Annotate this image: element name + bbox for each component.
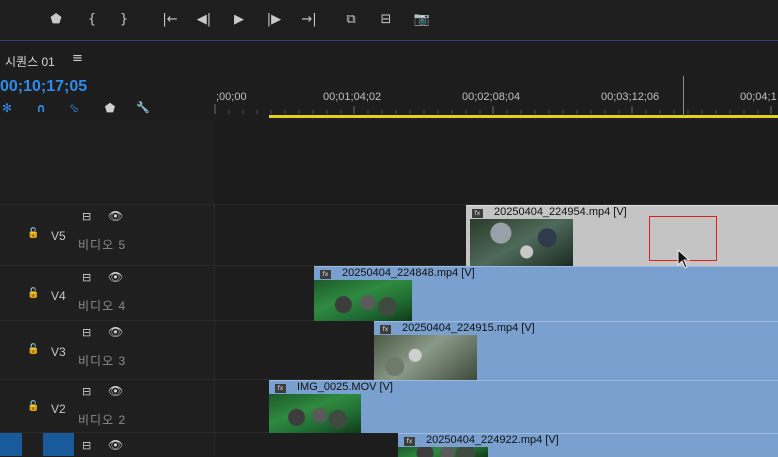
empty-track-area [214, 120, 778, 205]
go-to-in-button[interactable]: |← [160, 10, 180, 30]
clip-label: 20250404_224848.mp4 [V] [342, 267, 475, 279]
fx-badge: fx [320, 270, 331, 279]
clip-label: IMG_0025.MOV [V] [297, 381, 393, 393]
play-button[interactable]: ▶ [229, 10, 249, 30]
go-to-out-button[interactable]: →| [299, 10, 319, 30]
eye-icon[interactable]: 👁 [108, 270, 123, 284]
extract-button[interactable]: ⊟ [376, 10, 396, 30]
sequence-tab[interactable]: 시퀀스 01 [5, 53, 55, 70]
clip-thumbnail [374, 335, 477, 380]
sync-lock-icon[interactable]: ⊟ [82, 385, 91, 398]
ruler-label: ;00;00 [216, 91, 247, 103]
sync-lock-icon[interactable]: ⊟ [82, 210, 91, 223]
fx-badge: fx [275, 384, 286, 393]
timeline-panel-header [0, 41, 778, 77]
lock-icon[interactable]: 🔓 [27, 344, 39, 355]
work-area-bar[interactable] [269, 115, 778, 118]
fx-badge: fx [404, 437, 415, 446]
clip-label: 20250404_224954.mp4 [V] [494, 206, 627, 218]
snap-icon[interactable]: ✻ [0, 101, 14, 115]
clip-label: 20250404_224922.mp4 [V] [426, 434, 559, 446]
clip-label: 20250404_224915.mp4 [V] [402, 322, 535, 334]
magnet-icon[interactable]: ∩ [34, 101, 48, 115]
eye-icon[interactable]: 👁 [108, 438, 123, 452]
track-id-v2[interactable]: V2 [51, 402, 66, 416]
track-name: 비디오 3 [78, 354, 127, 368]
clip-v2[interactable]: fx IMG_0025.MOV [V] [269, 380, 778, 433]
linked-selection-icon[interactable]: ⬂ [67, 101, 81, 115]
add-marker-button[interactable]: ⬟ [46, 10, 66, 30]
track-name: 비디오 4 [78, 299, 127, 313]
eye-icon[interactable]: 👁 [108, 209, 123, 223]
wrench-icon[interactable]: 🔧 [136, 101, 150, 115]
source-patch-v1[interactable] [0, 433, 22, 456]
marker-icon[interactable]: ⬟ [103, 101, 117, 115]
ruler-label: 00;01;04;02 [323, 91, 382, 103]
ruler-label: 00;04;1 [740, 91, 777, 103]
clip-v5[interactable]: fx 20250404_224954.mp4 [V] [466, 205, 778, 266]
mark-out-button[interactable]: } [114, 10, 134, 30]
lock-icon[interactable]: 🔓 [27, 401, 39, 412]
clip-v3[interactable]: fx 20250404_224915.mp4 [V] [374, 321, 778, 380]
ruler-label: 00;02;08;04 [462, 91, 521, 103]
clip-thumbnail [470, 219, 573, 266]
clip-v1[interactable]: fx 20250404_224922.mp4 [V] [398, 433, 778, 457]
track-id-v3[interactable]: V3 [51, 345, 66, 359]
panel-menu-icon[interactable]: ≡ [72, 51, 83, 66]
export-frame-button[interactable]: 📷 [412, 10, 432, 30]
clip-thumbnail [269, 394, 361, 433]
step-back-button[interactable]: ◀| [194, 10, 214, 30]
lock-icon[interactable]: 🔓 [27, 288, 39, 299]
eye-icon[interactable]: 👁 [108, 325, 123, 339]
eye-icon[interactable]: 👁 [108, 384, 123, 398]
playhead-timecode[interactable]: 00;10;17;05 [0, 78, 87, 96]
clip-v4[interactable]: fx 20250404_224848.mp4 [V] [314, 266, 778, 321]
ruler-label: 00;03;12;06 [601, 91, 660, 103]
track-id-v5[interactable]: V5 [51, 229, 66, 243]
fx-badge: fx [380, 325, 391, 334]
lock-icon[interactable]: 🔓 [27, 228, 39, 239]
clip-thumbnail [314, 280, 412, 321]
sync-lock-icon[interactable]: ⊟ [82, 271, 91, 284]
sync-lock-icon[interactable]: ⊟ [82, 439, 91, 452]
sync-lock-icon[interactable]: ⊟ [82, 326, 91, 339]
playhead[interactable] [683, 76, 684, 116]
transport-bar: ⬟ { } |← ◀| ▶ |▶ →| ⧉ ⊟ 📷 [0, 0, 778, 41]
mouse-cursor-icon [677, 249, 691, 269]
mark-in-button[interactable]: { [82, 10, 102, 30]
track-name: 비디오 2 [78, 413, 127, 427]
track-id-v4[interactable]: V4 [51, 289, 66, 303]
lift-button[interactable]: ⧉ [341, 10, 361, 30]
fx-badge: fx [472, 209, 483, 218]
track-name: 비디오 5 [78, 238, 127, 252]
step-forward-button[interactable]: |▶ [264, 10, 284, 30]
track-target-v1[interactable] [43, 433, 74, 456]
